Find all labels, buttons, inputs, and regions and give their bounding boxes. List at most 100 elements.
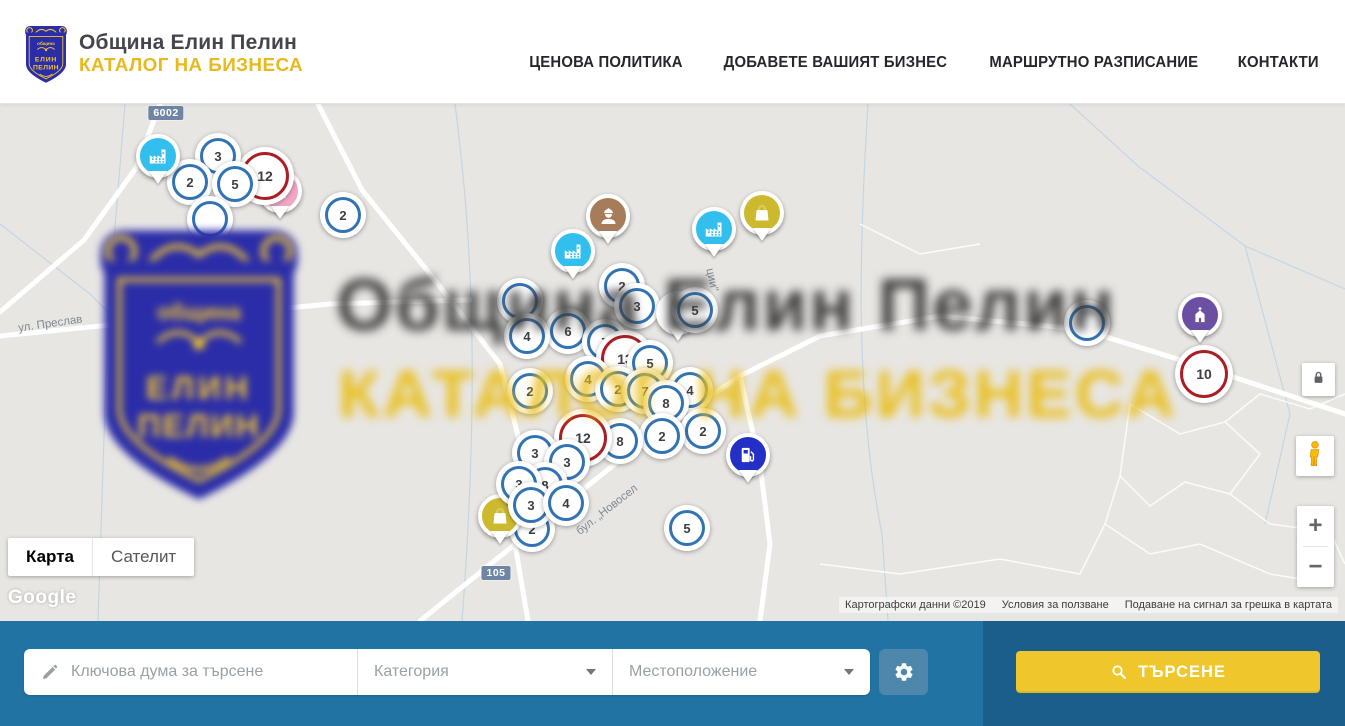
fuel-pin-marker[interactable] [726, 433, 770, 477]
cluster-marker[interactable]: 10 [1175, 345, 1233, 403]
map-type-map-button[interactable]: Карта [8, 538, 92, 576]
map-canvas[interactable]: 1232522356471354227481022812332833456002… [0, 104, 1345, 621]
cluster-marker[interactable]: 2 [639, 413, 685, 459]
search-submit-button[interactable]: ТЪРСЕНЕ [1016, 651, 1320, 693]
chevron-down-icon [586, 669, 596, 675]
cluster-marker[interactable]: 5 [664, 505, 710, 551]
pencil-icon [40, 663, 59, 682]
search-box: Категория Местоположение [24, 649, 870, 695]
location-select[interactable]: Местоположение [612, 649, 870, 695]
cluster-marker[interactable]: 4 [504, 313, 550, 359]
street-label: ул. Преслав [17, 314, 83, 335]
attribution-copyright: Картографски данни ©2019 [845, 599, 986, 611]
cluster-marker[interactable] [187, 196, 233, 242]
pin-tail [599, 231, 617, 244]
pin-tail [271, 206, 289, 219]
pin-tail [149, 171, 167, 184]
worker-icon [598, 206, 619, 227]
map-type-satellite-button[interactable]: Сателит [92, 538, 194, 576]
cluster-marker[interactable]: 4 [543, 480, 589, 526]
brand-title: Община Елин Пелин [79, 32, 299, 55]
map-attribution: Картографски данни ©2019 Условия за полз… [839, 597, 1338, 613]
nav-contacts[interactable]: КОНТАКТИ [1237, 54, 1318, 72]
google-logo[interactable]: Google [8, 587, 76, 609]
keyword-field [24, 649, 357, 695]
factory-pin-marker[interactable] [551, 229, 595, 273]
brand[interactable]: общинаЕЛИНПЕЛИН Община Елин Пелин КАТАЛО… [0, 19, 299, 85]
pin-tail [753, 228, 771, 241]
factory-pin-marker[interactable] [692, 207, 736, 251]
advanced-options-button[interactable] [879, 649, 928, 695]
pin-tail [491, 531, 509, 544]
cluster-count: 5 [669, 510, 705, 546]
page: община ЕЛИНПЕЛИН Община Елин Пелин КАТАЛО… [0, 0, 1345, 725]
cluster-count: 2 [685, 413, 721, 449]
search-bar-left: Категория Местоположение [0, 621, 983, 726]
municipality-logo-icon: община ЕЛИНПЕЛИН [22, 23, 70, 85]
cluster-count: 10 [1180, 350, 1228, 398]
cluster-count: 2 [325, 197, 361, 233]
church-icon [1190, 305, 1210, 325]
pegman-button[interactable] [1296, 436, 1334, 476]
cluster-marker[interactable]: 2 [507, 368, 553, 414]
map-type-control: Карта Сателит [8, 538, 194, 576]
factory-icon [563, 241, 584, 262]
cluster-count: 5 [677, 292, 713, 328]
cluster-count: 6 [550, 313, 586, 349]
cluster-count: 2 [644, 418, 680, 454]
markers-layer: 1232522356471354227481022812332833456002… [0, 104, 1345, 621]
keyword-input[interactable] [69, 662, 343, 682]
category-select-value: Категория [374, 663, 449, 681]
worker-pin-marker[interactable] [586, 194, 630, 238]
pin-tail [564, 266, 582, 279]
terms-of-use-link[interactable]: Условия за ползване [1002, 599, 1109, 611]
lock-button[interactable] [1302, 363, 1335, 396]
cluster-count: 2 [512, 373, 548, 409]
header: община ЕЛИНПЕЛИН Община Елин Пелин КАТАЛО… [0, 0, 1345, 104]
cluster-count [1069, 305, 1105, 341]
factory-icon [148, 146, 169, 167]
search-bar: Категория Местоположение ТЪРСЕНЕ [0, 621, 1345, 726]
category-select[interactable]: Категория [357, 649, 612, 695]
report-map-error-link[interactable]: Подаване на сигнал за грешка в картата [1125, 599, 1332, 611]
svg-text:ЕЛИН: ЕЛИН [35, 56, 57, 63]
pin-tail [705, 244, 723, 257]
cluster-count: 4 [548, 485, 584, 521]
bag-icon [752, 203, 772, 223]
lock-icon [1310, 369, 1327, 391]
brand-subtitle: КАТАЛОГ НА БИЗНЕСА [79, 55, 303, 75]
cluster-marker[interactable]: 5 [672, 287, 718, 333]
chevron-down-icon [844, 669, 854, 675]
factory-icon [704, 219, 725, 240]
factory-pin-marker[interactable] [136, 134, 180, 178]
cluster-count: 5 [217, 166, 253, 202]
main-nav: ЦЕНОВА ПОЛИТИКА ДОБАВЕТЕ ВАШИЯТ БИЗНЕС М… [526, 32, 1345, 72]
svg-text:община: община [37, 39, 55, 45]
svg-text:ПЕЛИН: ПЕЛИН [33, 64, 59, 71]
cluster-count: 2 [172, 164, 208, 200]
cluster-count: 3 [619, 288, 655, 324]
cluster-count: 4 [509, 318, 545, 354]
search-bar-right: ТЪРСЕНЕ [983, 621, 1345, 726]
road-number-badge: 105 [481, 566, 510, 580]
pegman-icon [1304, 440, 1326, 473]
zoom-control: + − [1297, 506, 1334, 587]
search-icon [1110, 663, 1128, 681]
search-submit-label: ТЪРСЕНЕ [1138, 663, 1226, 682]
fuel-icon [738, 445, 758, 465]
location-select-value: Местоположение [629, 663, 757, 681]
cluster-marker[interactable] [1064, 300, 1110, 346]
nav-add-your-business[interactable]: ДОБАВЕТЕ ВАШИЯТ БИЗНЕС [724, 54, 948, 72]
cluster-marker[interactable]: 2 [680, 408, 726, 454]
church-pin-marker[interactable] [1178, 293, 1222, 337]
bag-icon [490, 506, 510, 526]
road-number-badge: 6002 [148, 106, 183, 120]
zoom-in-button[interactable]: + [1297, 506, 1334, 546]
nav-pricing-policy[interactable]: ЦЕНОВА ПОЛИТИКА [529, 54, 683, 72]
pin-tail [739, 470, 757, 483]
cluster-marker[interactable]: 2 [320, 192, 366, 238]
bag-pin-marker[interactable] [740, 191, 784, 235]
cluster-marker[interactable]: 3 [614, 283, 660, 329]
nav-route-schedule[interactable]: МАРШРУТНО РАЗПИСАНИЕ [989, 54, 1198, 72]
zoom-out-button[interactable]: − [1297, 547, 1334, 587]
